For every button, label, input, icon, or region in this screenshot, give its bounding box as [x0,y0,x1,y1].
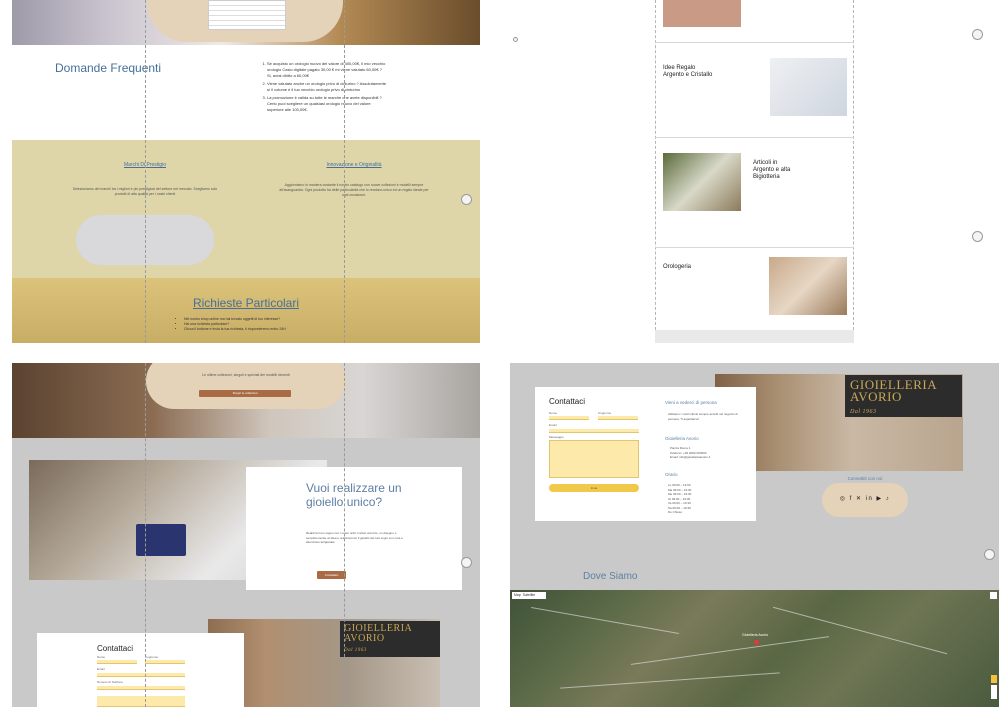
visit-text: Abbiamo i nostri clienti sempre accolti … [668,412,738,421]
map-road [630,636,830,665]
guide-line [344,363,345,707]
message-field[interactable] [97,696,185,707]
surname-label: Cognome [598,411,612,415]
faq-list: Se acquisto un orologio nuovo del valore… [257,61,387,115]
divider [655,137,854,138]
surname-field[interactable] [598,416,638,420]
innovation-text: Aggiorniamo in maniera costante il nostr… [279,183,429,197]
social-title: Connettiti con noi [847,476,883,481]
map-road [772,606,948,655]
surname-field[interactable] [145,660,185,664]
map-type-map[interactable]: Map [514,593,521,597]
map-pin-label: Gioielleria Avorio [742,633,769,637]
name-label: Nome [97,655,106,659]
category-image-gifts [770,58,847,116]
email-label: Email [549,423,557,427]
scroll-handle-icon[interactable] [972,231,983,242]
message-label: Messaggio [549,435,564,439]
panel-contact-map: GIOIELLERIA AVORIO Dal 1963 Contattaci N… [510,363,999,707]
hours-list: Lu 09:00 – 13:00 Ma 09:00 – 19:30 Me 09:… [668,483,728,515]
guide-line [145,363,146,707]
collections-caption-box [146,363,346,409]
send-button[interactable]: Invia [549,484,639,492]
category-title-silver[interactable]: Articoli in Argento e alta Bigiotteria [753,160,793,181]
email-field[interactable] [97,673,185,677]
name-field[interactable] [549,416,589,420]
contact-title: Contattaci [549,397,586,406]
store-line[interactable]: Email: info@gioielleriaavorio.it [670,455,740,460]
requests-section [12,278,480,343]
scroll-handle-icon[interactable] [984,549,995,560]
faq-item: Viene valutato anche un orologio privo d… [267,81,387,93]
panel-custom-jewel: Le ultime collezioni, singoli e speciali… [12,363,480,707]
map-pin-icon[interactable] [754,640,759,645]
fullscreen-icon[interactable] [990,592,997,599]
category-title-watches[interactable]: Orologeria [663,264,723,271]
shop-sign-text: GIOIELLERIA AVORIO [850,377,937,404]
shop-sign: GIOIELLERIA AVORIO Dal 1963 [845,375,962,417]
name-field[interactable] [97,660,137,664]
email-field[interactable] [549,429,639,433]
satellite-map[interactable]: Gioielleria Avorio [510,590,999,707]
map-type-satellite[interactable]: Satellite [523,593,535,597]
footer-strip [655,330,854,343]
jewelry-box-image [136,524,186,556]
visit-title: Vieni a vederci di persona [665,400,717,405]
map-type-toggle[interactable]: Map Satellite [512,592,546,599]
category-image-watches [769,257,847,315]
price-table [208,0,286,30]
custom-jewel-title: Vuoi realizzare un gioiello unico? [306,481,402,509]
dot-icon [513,37,518,42]
store-info: Piazza Roma 1 Telefono: +39 0000 000000 … [670,446,740,460]
faq-item: La promozione è valida su tutte le march… [267,95,387,113]
shop-sign: GIOIELLERIA AVORIO Dal 1963 [340,621,440,657]
collections-caption-text: Le ultime collezioni, singoli e speciali… [202,373,290,377]
map-title: Dove Siamo [583,571,638,582]
panel-faq-section: Domande Frequenti Se acquisto un orologi… [12,0,480,343]
phone-label: Numero di Telefono [97,680,123,684]
requests-item: Clicca il bottone e invia la tua richies… [184,327,314,332]
collections-button[interactable]: Scopri le collezioni [199,390,291,397]
divider [655,247,854,248]
category-image-top [663,0,741,27]
zoom-control[interactable] [991,685,997,699]
innovation-link[interactable]: Innovazione e Originalità [279,162,429,168]
email-label: Email [97,667,105,671]
social-icons[interactable]: ◎ f ✕ in ▶ ♪ [822,495,908,502]
hours-title: Orario [665,472,678,477]
contact-form-title: Contattaci [97,644,134,653]
scroll-handle-icon[interactable] [461,194,472,205]
guide-line [145,0,146,343]
faq-item: Se acquisto un orologio nuovo del valore… [267,61,387,79]
custom-jewel-text: Realizza il tuo sogno con i nostri orafi… [306,531,403,544]
map-road [560,672,780,689]
store-title: Gioielleria Avorio [665,436,699,441]
divider [655,42,854,43]
guide-line [344,0,345,343]
requests-list: Nel nostro shop online ma hai trovato og… [184,317,314,332]
message-field[interactable] [549,440,639,478]
shop-sign-text: GIOIELLERIA AVORIO [344,623,412,644]
panel-categories: Idee Regalo Argento e Cristallo Articoli… [510,0,998,343]
requests-title[interactable]: Richieste Particolari [12,296,480,310]
hours-line: Do Chiuso [668,510,683,514]
pegman-icon[interactable] [991,675,997,683]
custom-jewel-contact-button[interactable]: Contattaci [317,571,346,579]
shop-sign-year: Dal 1963 [344,648,367,653]
name-label: Nome [549,411,558,415]
category-image-silver [663,153,741,211]
surname-label: Cognome [145,655,159,659]
shop-sign-year: Dal 1963 [850,409,877,415]
map-road [531,606,679,635]
scroll-handle-icon[interactable] [461,557,472,568]
category-title-gifts[interactable]: Idee Regalo Argento e Cristallo [663,65,713,79]
scroll-handle-icon[interactable] [972,29,983,40]
phone-field[interactable] [97,686,185,690]
